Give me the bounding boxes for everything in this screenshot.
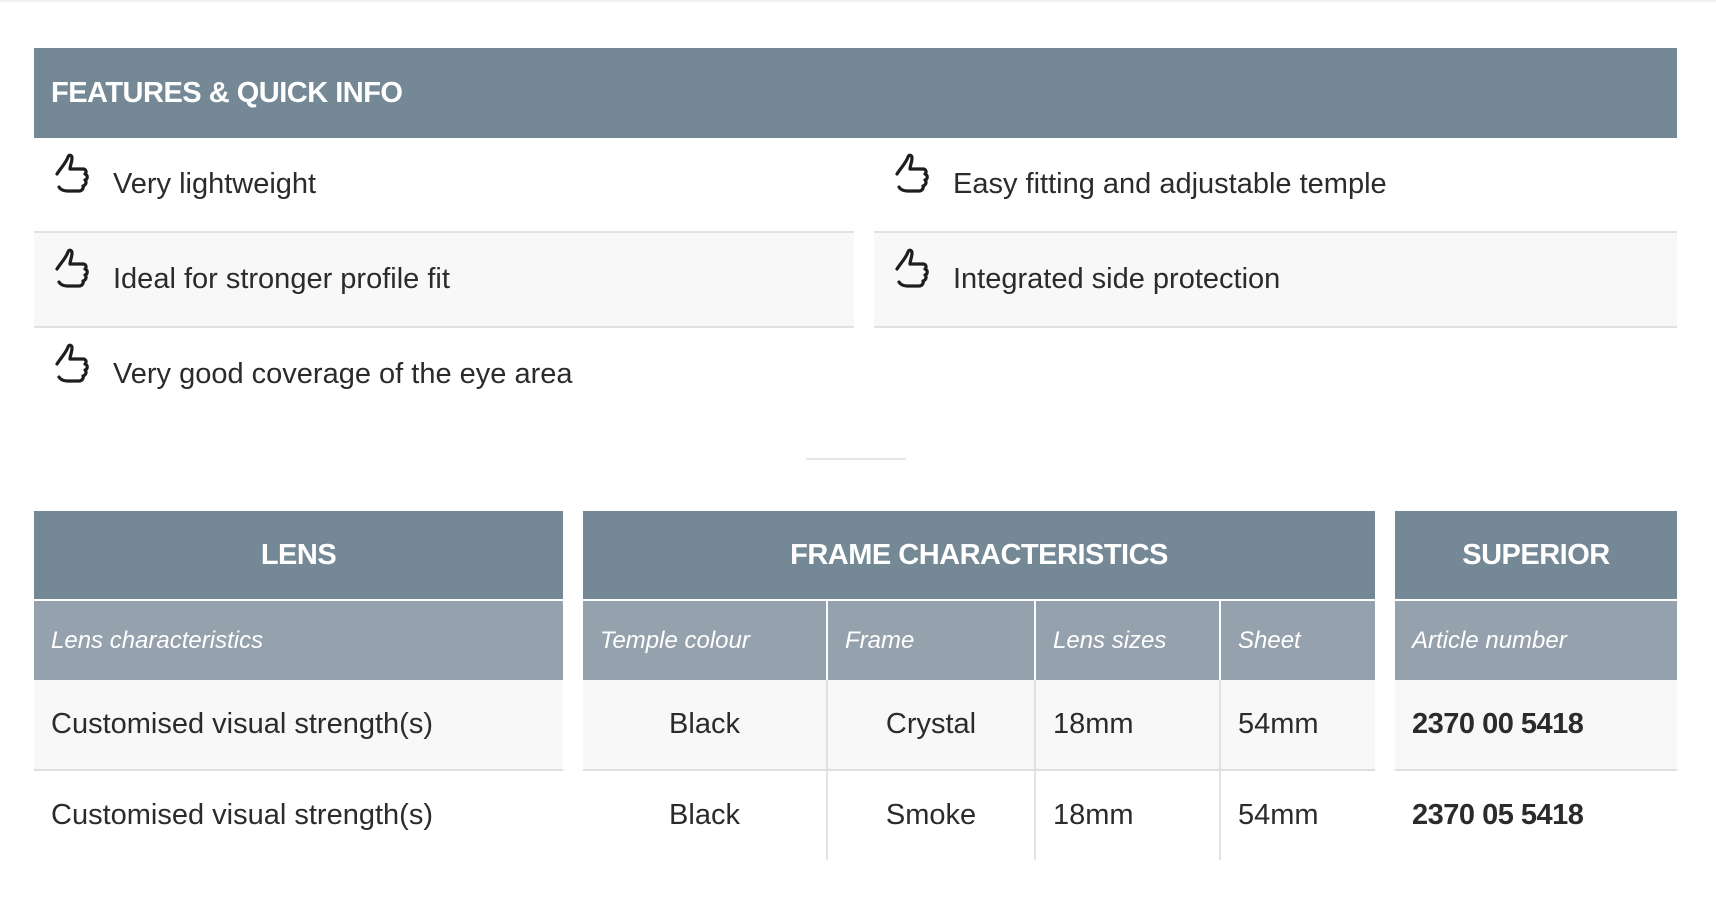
feature-label: Very lightweight xyxy=(113,168,317,200)
lens-characteristic-cell: Customised visual strength(s) xyxy=(34,680,563,771)
thumbs-up-icon xyxy=(55,153,89,193)
table-row: Black Smoke 18mm 54mm xyxy=(583,770,1376,860)
superior-table-title: SUPERIOR xyxy=(1395,511,1677,601)
lens-size-cell: 18mm xyxy=(1034,770,1220,860)
table-row: 2370 05 5418 xyxy=(1395,770,1677,860)
frame-characteristics-table: FRAME CHARACTERISTICS Temple colour Fram… xyxy=(583,511,1376,860)
sheet-cell: 54mm xyxy=(1218,680,1376,771)
features-grid: Very lightweight Easy fitting and adjust… xyxy=(34,138,1677,423)
column-header-sheet: Sheet xyxy=(1218,600,1376,680)
column-header-frame: Frame xyxy=(826,600,1035,680)
feature-label: Easy fitting and adjustable temple xyxy=(953,168,1387,200)
lens-size-cell: 18mm xyxy=(1034,680,1220,771)
frame-table-title: FRAME CHARACTERISTICS xyxy=(583,511,1376,601)
column-header-lens-characteristics: Lens characteristics xyxy=(34,600,563,680)
article-number-cell: 2370 00 5418 xyxy=(1395,680,1677,771)
features-section: FEATURES & QUICK INFO Very lightweight E… xyxy=(34,48,1677,423)
feature-item: Easy fitting and adjustable temple xyxy=(874,138,1677,233)
section-divider xyxy=(806,458,906,460)
column-header-temple-colour: Temple colour xyxy=(583,600,827,680)
column-header-article-number: Article number xyxy=(1395,600,1677,680)
temple-colour-cell: Black xyxy=(583,680,827,771)
feature-label: Integrated side protection xyxy=(953,263,1281,295)
superior-table: SUPERIOR Article number 2370 00 5418 237… xyxy=(1395,511,1677,860)
top-rule xyxy=(0,0,1716,2)
frame-cell: Smoke xyxy=(826,770,1035,860)
feature-label: Ideal for stronger profile fit xyxy=(113,263,450,295)
thumbs-up-icon xyxy=(55,248,89,288)
lens-characteristic-cell: Customised visual strength(s) xyxy=(34,770,563,860)
lens-table: LENS Lens characteristics Customised vis… xyxy=(34,511,563,860)
feature-item: Very lightweight xyxy=(34,138,854,233)
table-row: Black Crystal 18mm 54mm xyxy=(583,680,1376,771)
column-header-lens-sizes: Lens sizes xyxy=(1034,600,1220,680)
feature-item: Ideal for stronger profile fit xyxy=(34,233,854,328)
features-header: FEATURES & QUICK INFO xyxy=(34,48,1677,138)
thumbs-up-icon xyxy=(895,248,929,288)
feature-item: Very good coverage of the eye area xyxy=(34,328,854,423)
feature-item: Integrated side protection xyxy=(874,233,1677,328)
table-row: 2370 00 5418 xyxy=(1395,680,1677,771)
sheet-cell: 54mm xyxy=(1218,770,1376,860)
table-row: Customised visual strength(s) xyxy=(34,680,563,771)
frame-cell: Crystal xyxy=(826,680,1035,771)
article-number-cell: 2370 05 5418 xyxy=(1395,770,1677,860)
feature-label: Very good coverage of the eye area xyxy=(113,358,573,390)
thumbs-up-icon xyxy=(895,153,929,193)
table-row: Customised visual strength(s) xyxy=(34,770,563,860)
thumbs-up-icon xyxy=(55,343,89,383)
lens-table-title: LENS xyxy=(34,511,563,601)
temple-colour-cell: Black xyxy=(583,770,827,860)
